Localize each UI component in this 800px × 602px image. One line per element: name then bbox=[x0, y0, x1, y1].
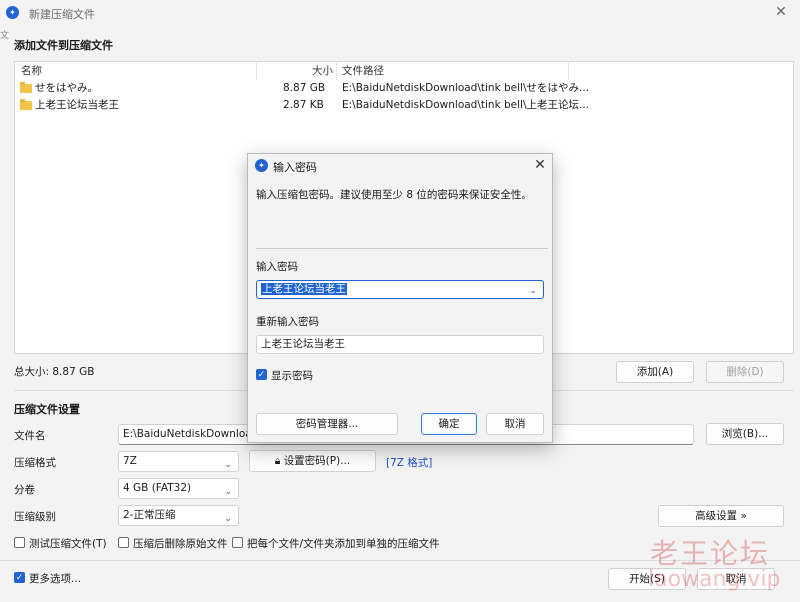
split-value: 4 GB (FAT32) bbox=[123, 482, 192, 494]
separate-archives-label[interactable]: 把每个文件/文件夹添加到单独的压缩文件 bbox=[247, 536, 440, 551]
filename-label: 文件名 bbox=[14, 430, 46, 442]
browse-button[interactable]: 浏览(B)... bbox=[706, 423, 784, 445]
ok-button[interactable]: 确定 bbox=[421, 413, 477, 435]
folder-icon bbox=[20, 82, 32, 93]
dialog-description: 输入压缩包密码。建议使用至少 8 位的密码来保证安全性。 bbox=[256, 189, 532, 201]
dialog-cancel-button[interactable]: 取消 bbox=[486, 413, 544, 435]
test-archive-checkbox[interactable] bbox=[14, 537, 25, 548]
password-dialog: ✦ 输入密码 ✕ 输入压缩包密码。建议使用至少 8 位的密码来保证安全性。 输入… bbox=[247, 153, 553, 443]
more-options-label[interactable]: 更多选项... bbox=[29, 571, 81, 586]
close-icon[interactable]: ✕ bbox=[532, 157, 548, 173]
app-icon: ✦ bbox=[255, 159, 268, 172]
left-edge-text: 文 bbox=[0, 31, 10, 41]
table-row[interactable]: せをはやみ。 8.87 GB E:\BaiduNetdiskDownload\t… bbox=[15, 80, 793, 97]
window-title: 新建压缩文件 bbox=[29, 8, 95, 21]
reenter-password-input[interactable]: 上老王论坛当老王 bbox=[256, 335, 544, 354]
set-password-button[interactable]: 🔒︎ 设置密码(P)... bbox=[249, 450, 376, 472]
delete-after-label[interactable]: 压缩后删除原始文件 bbox=[133, 536, 228, 551]
more-options-checkbox[interactable]: ✓ bbox=[14, 572, 25, 583]
row-name: せをはやみ。 bbox=[35, 82, 98, 94]
folder-icon bbox=[20, 99, 32, 110]
password-manager-button[interactable]: 密码管理器... bbox=[256, 413, 398, 435]
level-select[interactable]: 2-正常压缩 ⌄ bbox=[118, 505, 239, 526]
separate-archives-checkbox[interactable] bbox=[232, 537, 243, 548]
settings-title: 压缩文件设置 bbox=[14, 403, 80, 416]
column-separator bbox=[336, 62, 337, 80]
column-separator bbox=[256, 62, 257, 80]
password-input[interactable]: 上老王论坛当老王 ⌄ bbox=[256, 280, 544, 299]
app-icon: ✦ bbox=[6, 6, 19, 19]
chevron-down-icon: ⌄ bbox=[224, 460, 232, 470]
table-row[interactable]: 上老王论坛当老王 2.87 KB E:\BaiduNetdiskDownload… bbox=[15, 97, 793, 114]
row-size: 8.87 GB bbox=[283, 82, 326, 94]
level-value: 2-正常压缩 bbox=[123, 509, 176, 521]
row-path: E:\BaiduNetdiskDownload\tink bell\せをはやみ.… bbox=[342, 82, 589, 94]
close-icon[interactable]: ✕ bbox=[773, 4, 789, 20]
add-files-title: 添加文件到压缩文件 bbox=[14, 39, 113, 52]
column-separator bbox=[568, 62, 569, 80]
delete-button[interactable]: 删除(D) bbox=[706, 361, 784, 383]
show-password-checkbox[interactable]: ✓ bbox=[256, 369, 267, 380]
dialog-title-bar: ✦ 输入密码 ✕ bbox=[248, 154, 552, 178]
test-archive-label[interactable]: 测试压缩文件(T) bbox=[29, 536, 107, 551]
row-size: 2.87 KB bbox=[283, 99, 324, 111]
dialog-title: 输入密码 bbox=[273, 161, 317, 174]
column-name[interactable]: 名称 bbox=[21, 62, 42, 80]
show-password-label[interactable]: 显示密码 bbox=[271, 368, 313, 383]
title-bar: ✦ 新建压缩文件 ✕ bbox=[0, 0, 800, 26]
password-label: 输入密码 bbox=[256, 261, 298, 273]
level-label: 压缩级别 bbox=[14, 511, 56, 523]
split-label: 分卷 bbox=[14, 484, 35, 496]
row-name: 上老王论坛当老王 bbox=[35, 99, 119, 111]
format-select[interactable]: 7Z ⌄ bbox=[118, 451, 239, 472]
delete-after-checkbox[interactable] bbox=[118, 537, 129, 548]
lock-icon: 🔒︎ bbox=[274, 455, 281, 467]
chevron-down-icon: ⌄ bbox=[224, 487, 232, 497]
total-size: 总大小: 8.87 GB bbox=[14, 366, 95, 378]
divider bbox=[256, 248, 548, 249]
set-password-label: 设置密码(P)... bbox=[283, 455, 351, 467]
format-tag: [7Z 格式] bbox=[386, 457, 433, 469]
column-size[interactable]: 大小 bbox=[312, 62, 333, 80]
watermark-latin: laowang.vip bbox=[648, 567, 781, 592]
chevron-down-icon[interactable]: ⌄ bbox=[529, 283, 537, 300]
format-label: 压缩格式 bbox=[14, 457, 56, 469]
advanced-settings-button[interactable]: 高级设置 » bbox=[658, 505, 784, 527]
format-value: 7Z bbox=[123, 455, 137, 467]
split-select[interactable]: 4 GB (FAT32) ⌄ bbox=[118, 478, 239, 499]
password-value: 上老王论坛当老王 bbox=[261, 283, 347, 295]
chevron-down-icon: ⌄ bbox=[224, 514, 232, 524]
watermark-chinese: 老王论坛 bbox=[650, 537, 771, 570]
add-button[interactable]: 添加(A) bbox=[616, 361, 694, 383]
column-path[interactable]: 文件路径 bbox=[342, 62, 384, 80]
reenter-label: 重新输入密码 bbox=[256, 316, 319, 328]
row-path: E:\BaiduNetdiskDownload\tink bell\上老王论坛.… bbox=[342, 99, 589, 111]
